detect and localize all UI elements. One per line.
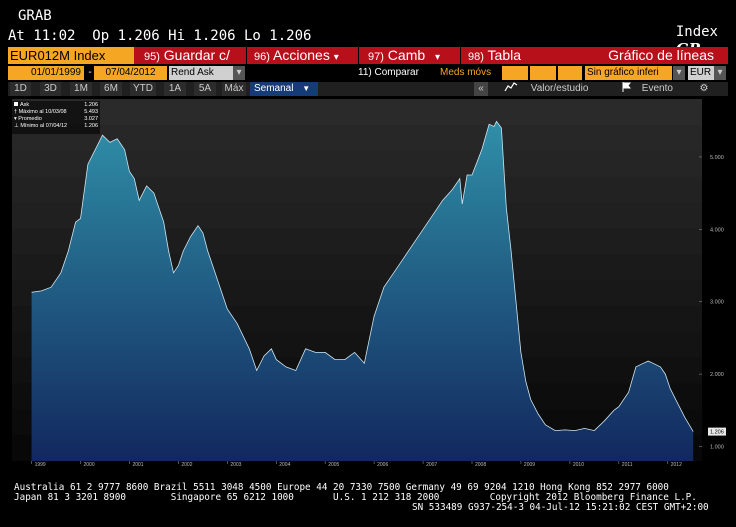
period-ytd[interactable]: YTD: [130, 82, 156, 96]
last-value-label: 1.206: [710, 430, 724, 436]
line-chart-icon: [504, 82, 518, 92]
frequency-label: Semanal: [254, 83, 294, 94]
x-axis-area: [8, 461, 728, 467]
chevron-down-icon: ▼: [302, 84, 311, 93]
x-tick-label: 2009: [524, 462, 535, 467]
legend-row: Ask 1.206: [12, 101, 100, 109]
menu-divider: [246, 47, 247, 64]
menu-number: 95): [144, 51, 160, 63]
save-as-button[interactable]: 95) Guardar c/: [144, 47, 230, 64]
value-study-button[interactable]: Valor/estudio: [500, 82, 610, 96]
min-marker-icon: ⊥: [14, 123, 19, 129]
max-marker-icon: †: [14, 109, 18, 115]
lower-chart-field[interactable]: Sin gráfico inferi: [585, 66, 672, 80]
chart-type-label[interactable]: Gráfico de líneas: [608, 47, 714, 64]
menu-label: Camb: [387, 47, 426, 63]
currency-field[interactable]: EUR: [688, 66, 714, 80]
period-1m[interactable]: 1M: [70, 82, 92, 96]
legend-value: 1.206: [84, 123, 98, 129]
legend-label: Máximo al 10/03/08: [18, 109, 67, 115]
flag-icon: [622, 82, 632, 92]
menu-number: 96): [254, 51, 270, 63]
legend-row: † Máximo al 10/03/08 5.493: [12, 109, 100, 116]
value-study-label: Valor/estudio: [530, 83, 589, 94]
period-1d[interactable]: 1D: [10, 82, 31, 96]
x-tick-label: 1999: [35, 462, 46, 467]
table-button[interactable]: 98) Tabla: [468, 47, 521, 64]
index-label: Index: [675, 24, 718, 40]
x-tick-label: 2001: [132, 462, 143, 467]
x-tick-label: 2000: [84, 462, 95, 467]
period-6m[interactable]: 6M: [100, 82, 122, 96]
moving-average-field-2[interactable]: [530, 66, 556, 80]
collapse-button[interactable]: «: [474, 82, 488, 96]
quote-line: At 11:02 Op 1.206 Hi 1.206 Lo 1.206: [8, 28, 312, 44]
legend-row: ⊥ Mínimo al 07/04/12 1.206: [12, 123, 100, 130]
chevron-down-icon: ▾: [333, 52, 339, 63]
x-tick-label: 2012: [671, 462, 682, 467]
menu-label: Guardar c/: [163, 47, 230, 63]
actions-menu-button[interactable]: 96) Acciones ▾: [254, 47, 339, 64]
period-5a[interactable]: 5A: [194, 82, 216, 96]
x-tick-label: 2006: [377, 462, 388, 467]
screen-name: GRAB: [18, 8, 52, 24]
y-tick-label: 3.000: [710, 300, 724, 306]
legend-row: ▾ Promedio 3.027: [12, 116, 100, 123]
x-tick-label: 2005: [328, 462, 339, 467]
square-icon: [14, 102, 18, 106]
menu-label: Acciones: [273, 47, 330, 63]
legend-label: Mínimo al 07/04/12: [20, 123, 68, 129]
start-date-field[interactable]: 01/01/1999: [8, 66, 84, 80]
x-tick-label: 2004: [279, 462, 290, 467]
chart-legend: Ask 1.206 † Máximo al 10/03/08 5.493 ▾ P…: [12, 101, 100, 134]
x-tick-label: 2011: [622, 462, 633, 467]
legend-value: 1.206: [84, 102, 98, 108]
legend-value: 5.493: [84, 109, 98, 115]
date-dash: -: [88, 67, 92, 78]
y-tick-label: 4.000: [710, 227, 724, 233]
period-1a[interactable]: 1A: [164, 82, 186, 96]
footer-session-line: SN 533489 G937-254-3 04-Jul-12 15:21:02 …: [412, 502, 709, 513]
moving-average-field-3[interactable]: [558, 66, 582, 80]
ticker-field[interactable]: EUR012M Index: [8, 47, 134, 64]
average-marker-icon: ▾: [14, 116, 17, 122]
x-tick-label: 2007: [426, 462, 437, 467]
price-type-dropdown[interactable]: ▾: [233, 66, 245, 80]
event-button[interactable]: Evento: [618, 82, 688, 96]
x-tick-label: 2003: [230, 462, 241, 467]
change-menu-button[interactable]: 97) Camb ▾: [368, 47, 440, 64]
x-tick-label: 2010: [573, 462, 584, 467]
end-date-field[interactable]: 07/04/2012: [94, 66, 167, 80]
period-3d[interactable]: 3D: [40, 82, 61, 96]
currency-dropdown[interactable]: ▾: [714, 66, 726, 80]
y-tick-label: 5.000: [710, 155, 724, 161]
moving-average-field-1[interactable]: [502, 66, 528, 80]
menu-number: 98): [468, 51, 484, 63]
menu-divider: [460, 47, 461, 64]
settings-icon[interactable]: ⚙: [694, 82, 714, 96]
price-chart[interactable]: 5.000 4.000 3.000 2.000 1.000 1999 2000 2001 20…: [8, 99, 728, 467]
period-max[interactable]: Máx: [222, 82, 246, 96]
menu-number: 97): [368, 51, 384, 63]
x-tick-label: 2008: [475, 462, 486, 467]
lower-chart-dropdown[interactable]: ▾: [673, 66, 685, 80]
frequency-dropdown[interactable]: Semanal ▼: [250, 82, 318, 96]
legend-label: Promedio: [18, 116, 42, 122]
background-band: [12, 99, 702, 126]
moving-average-label[interactable]: Meds móvs: [440, 66, 498, 80]
y-tick-label: 1.000: [710, 445, 724, 451]
event-label: Evento: [641, 83, 673, 94]
chevron-down-icon: ▾: [435, 52, 441, 63]
price-type-field[interactable]: Rend Ask: [169, 66, 233, 80]
menu-divider: [358, 47, 359, 64]
compare-button[interactable]: 11) Comparar: [358, 66, 438, 80]
legend-value: 3.027: [84, 116, 98, 122]
menu-label: Tabla: [487, 47, 522, 63]
legend-label: Ask: [20, 102, 30, 108]
y-tick-label: 2.000: [710, 372, 724, 378]
x-tick-label: 2002: [181, 462, 192, 467]
